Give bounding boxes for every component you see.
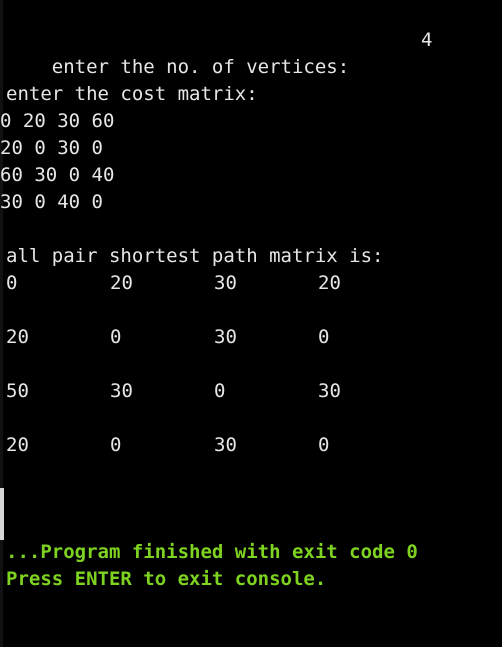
result-cell: 30 [214, 434, 237, 456]
exit-console-hint: Press ENTER to exit console. [6, 568, 327, 590]
left-scroll-marker [0, 488, 4, 540]
vertices-value: 4 [421, 29, 433, 51]
result-title: all pair shortest path matrix is: [6, 245, 384, 267]
left-border [0, 0, 3, 647]
input-row: 30 0 40 0 [0, 191, 103, 213]
input-row: 0 20 30 60 [0, 110, 115, 132]
result-cell: 0 [110, 434, 122, 456]
cost-matrix-prompt: enter the cost matrix: [6, 83, 258, 105]
result-cell: 30 [110, 380, 133, 402]
vertices-prompt: enter the no. of vertices: [6, 27, 349, 78]
result-cell: 0 [318, 326, 330, 348]
result-cell: 20 [110, 272, 133, 294]
vertices-prompt-label: enter the no. of vertices: [51, 56, 350, 78]
result-cell: 0 [214, 380, 226, 402]
result-cell: 50 [6, 380, 29, 402]
result-cell: 30 [214, 326, 237, 348]
result-cell: 20 [6, 434, 29, 456]
input-row: 20 0 30 0 [0, 137, 103, 159]
console-window[interactable]: enter the no. of vertices: 4 enter the c… [0, 0, 502, 647]
result-cell: 0 [110, 326, 122, 348]
result-cell: 30 [318, 380, 341, 402]
result-cell: 0 [318, 434, 330, 456]
result-cell: 30 [214, 272, 237, 294]
result-cell: 0 [6, 272, 18, 294]
program-finished-status: ...Program finished with exit code 0 [6, 541, 418, 563]
result-cell: 20 [318, 272, 341, 294]
result-cell: 20 [6, 326, 29, 348]
input-row: 60 30 0 40 [0, 164, 115, 186]
